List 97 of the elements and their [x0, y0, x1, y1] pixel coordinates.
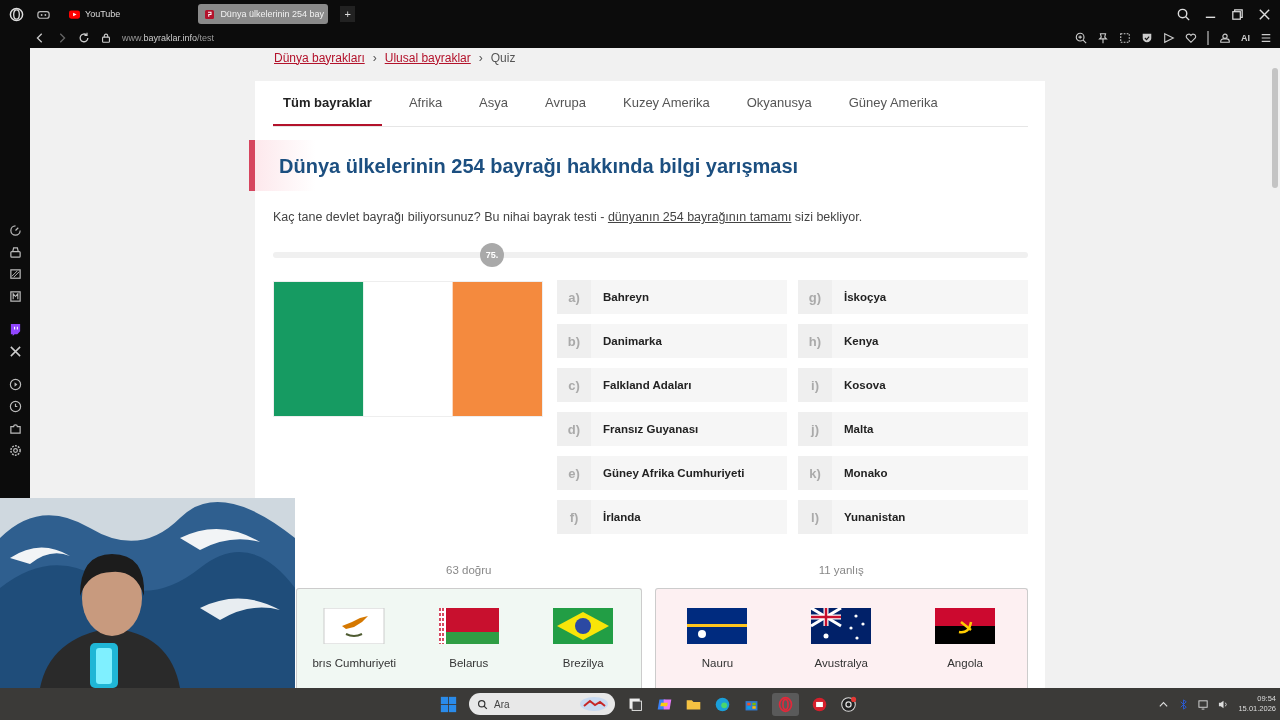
- answer-option[interactable]: c) Falkland Adaları: [557, 368, 787, 402]
- option-letter: g): [798, 280, 832, 314]
- answer-option[interactable]: a) Bahreyn: [557, 280, 787, 314]
- country-name: Nauru: [701, 657, 734, 669]
- answer-option[interactable]: l) Yunanistan: [798, 500, 1028, 534]
- option-letter: k): [798, 456, 832, 490]
- clock-icon[interactable]: [8, 400, 22, 413]
- address-field[interactable]: www.bayraklar.info/test: [122, 33, 215, 43]
- option-letter: l): [798, 500, 832, 534]
- search-icon[interactable]: [1176, 6, 1191, 22]
- intro-link[interactable]: dünyanın 254 bayrağının tamamı: [607, 210, 792, 224]
- option-letter: d): [557, 412, 591, 446]
- category-tab[interactable]: Asya: [469, 81, 518, 126]
- breadcrumb-link[interactable]: Ulusal bayraklar: [384, 50, 471, 65]
- shield-icon[interactable]: [1141, 32, 1153, 44]
- category-tab[interactable]: Kuzey Amerika: [613, 81, 720, 126]
- zoom-icon[interactable]: [1075, 32, 1087, 44]
- option-letter: a): [557, 280, 591, 314]
- progress-thumb: 75.: [479, 243, 504, 267]
- answer-option[interactable]: i) Kosova: [798, 368, 1028, 402]
- striped-panel-icon[interactable]: [8, 268, 22, 281]
- answer-option[interactable]: d) Fransız Guyanası: [557, 412, 787, 446]
- menu-icon[interactable]: [1260, 32, 1272, 44]
- send-icon[interactable]: [1163, 32, 1175, 44]
- option-label: Yunanistan: [843, 511, 906, 523]
- speaker-icon[interactable]: [1218, 698, 1230, 710]
- settings-icon[interactable]: [8, 444, 22, 457]
- option-label: Güney Afrika Cumhuriyeti: [602, 467, 745, 479]
- play-icon[interactable]: [8, 378, 22, 391]
- answer-option[interactable]: j) Malta: [798, 412, 1028, 446]
- search-icon: [477, 698, 488, 710]
- play-icon: [69, 9, 80, 19]
- option-label: İrlanda: [602, 511, 641, 523]
- result-count: 11 yanlış: [818, 564, 864, 578]
- category-tab[interactable]: Avrupa: [535, 81, 596, 126]
- chat-icon[interactable]: [8, 323, 22, 336]
- flag-image: [321, 608, 388, 644]
- gauge-icon[interactable]: [8, 224, 22, 237]
- category-tab[interactable]: Afrika: [398, 81, 453, 126]
- snapshot-icon[interactable]: [1119, 32, 1131, 44]
- profile-icon[interactable]: [1219, 32, 1231, 44]
- option-letter: c): [557, 368, 591, 402]
- breadcrumb-separator: ›: [478, 50, 483, 65]
- breadcrumb-separator: ›: [372, 50, 377, 65]
- country-name: Angola: [947, 657, 983, 669]
- quiz-title: Dünya ülkelerinin 254 bayrağı hakkında bilgi yarışması: [279, 154, 799, 178]
- edge-icon[interactable]: [714, 695, 731, 713]
- result-count: 63 doğru: [446, 564, 492, 578]
- category-tab[interactable]: Okyanusya: [736, 81, 822, 126]
- breadcrumb-link[interactable]: Dünya bayrakları: [274, 50, 365, 65]
- country-name: Brezilya: [562, 657, 604, 669]
- windows-icon[interactable]: [440, 695, 457, 713]
- pin-icon[interactable]: [1097, 32, 1109, 44]
- option-letter: j): [798, 412, 832, 446]
- answer-option[interactable]: k) Monako: [798, 456, 1028, 490]
- country-name: Avustralya: [814, 657, 868, 669]
- browser-taskbar-button[interactable]: [772, 692, 799, 716]
- category-tab[interactable]: Tüm bayraklar: [273, 81, 382, 126]
- intro-text: Kaç tane devlet bayrağı biliyorsunuz? Bu nihai bayrak testi - dünyanın 254 bayrağının tamamı sizi bekliyor.: [273, 209, 864, 225]
- option-letter: i): [798, 368, 832, 402]
- record-app-icon[interactable]: [840, 695, 857, 713]
- option-label: Monako: [843, 467, 888, 479]
- option-letter: h): [798, 324, 832, 358]
- option-label: Danimarka: [602, 335, 662, 347]
- answer-option[interactable]: g) İskoçya: [798, 280, 1028, 314]
- browser-logo-icon[interactable]: [9, 6, 24, 22]
- option-label: Kenya: [843, 335, 879, 347]
- m-icon[interactable]: [8, 290, 22, 303]
- answer-option[interactable]: h) Kenya: [798, 324, 1028, 358]
- option-label: Falkland Adaları: [602, 379, 692, 391]
- answer-option[interactable]: e) Güney Afrika Cumhuriyeti: [557, 456, 787, 490]
- search-highlight-icon: [579, 696, 609, 712]
- answer-option[interactable]: f) İrlanda: [557, 500, 787, 534]
- site-icon: [204, 9, 216, 19]
- option-letter: b): [557, 324, 591, 358]
- option-letter: e): [557, 456, 591, 490]
- option-letter: f): [557, 500, 591, 534]
- browser-tab[interactable]: YouTube: [63, 4, 127, 24]
- option-label: Kosova: [843, 379, 886, 391]
- taskbar-search-field[interactable]: Ara: [469, 693, 615, 715]
- reload-icon[interactable]: [78, 32, 90, 44]
- option-label: Fransız Guyanası: [602, 423, 699, 435]
- new-tab-button[interactable]: +: [340, 6, 355, 22]
- option-label: Bahreyn: [602, 291, 650, 303]
- heart-icon[interactable]: [1185, 32, 1197, 44]
- lock-icon: [100, 32, 112, 44]
- x-icon[interactable]: [8, 345, 22, 358]
- breadcrumb-current: Quiz: [490, 50, 516, 65]
- option-label: İskoçya: [843, 291, 887, 303]
- country-name: Belarus: [449, 657, 489, 669]
- answer-option[interactable]: b) Danimarka: [557, 324, 787, 358]
- country-name: brıs Cumhuriyeti: [312, 657, 397, 669]
- ai-button[interactable]: AI: [1241, 33, 1250, 43]
- app-icon[interactable]: [811, 695, 828, 713]
- option-label: Malta: [843, 423, 874, 435]
- category-tab[interactable]: Güney Amerika: [838, 81, 948, 126]
- restore-icon[interactable]: [1230, 6, 1245, 22]
